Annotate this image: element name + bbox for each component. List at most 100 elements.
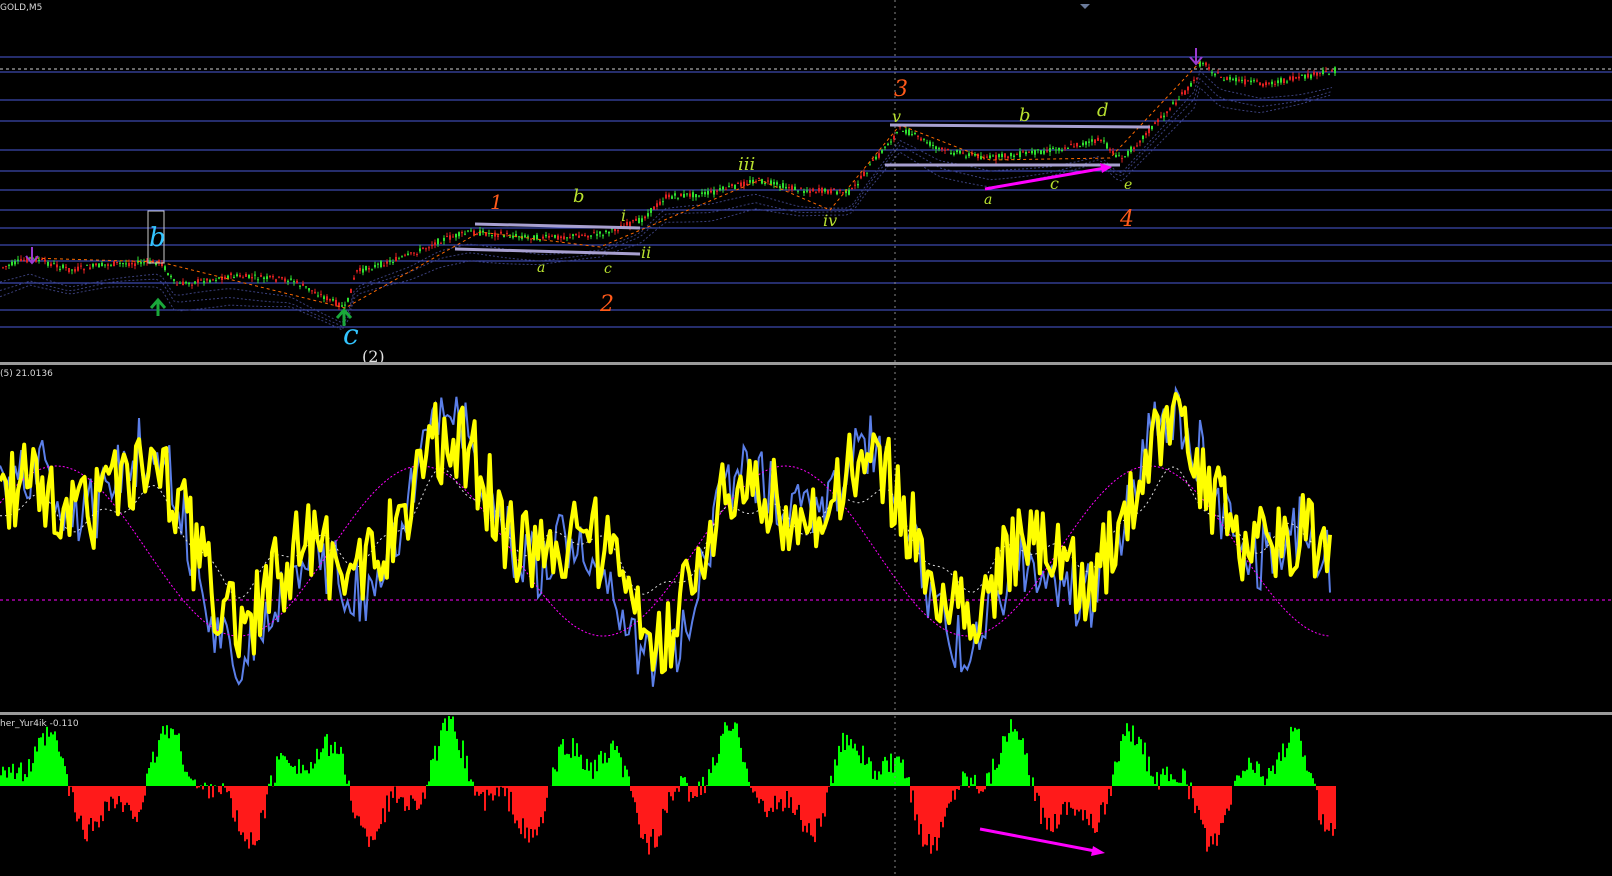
histogram-bar-negative — [128, 786, 130, 805]
histogram-bar-negative — [480, 786, 482, 794]
candle-body — [224, 276, 226, 280]
candle-body — [269, 275, 271, 278]
candle-body — [896, 132, 898, 133]
candle-body — [125, 263, 127, 265]
histogram-bar-negative — [946, 786, 948, 808]
candle-body — [584, 234, 586, 236]
histogram-bar-positive — [716, 762, 718, 786]
subwave-label: b — [573, 186, 585, 207]
candle-body — [236, 274, 238, 277]
candle-body — [1169, 108, 1171, 110]
candle-body — [1142, 135, 1144, 139]
candle-body — [347, 297, 349, 302]
candle-body — [995, 155, 997, 160]
histogram-bar-positive — [682, 777, 684, 786]
candle-body — [1070, 144, 1072, 145]
histogram-bar-negative — [1224, 786, 1226, 816]
candle-body — [1019, 151, 1021, 158]
histogram-bar-negative — [246, 786, 248, 840]
price-chart-canvas[interactable]: bc(2)1234abciiiiiiivvabcde — [0, 0, 1612, 362]
histogram-bar-negative — [516, 786, 518, 821]
candle-body — [935, 146, 937, 149]
histogram-bar-negative — [520, 786, 522, 835]
histogram-bar-positive — [710, 772, 712, 786]
candle-body — [974, 154, 976, 156]
histogram-bar-negative — [784, 786, 786, 808]
histogram-bar-positive — [570, 757, 572, 786]
candle-body — [1043, 150, 1045, 154]
histogram-bar-positive — [468, 781, 470, 786]
candle-body — [362, 268, 364, 273]
histogram-bar-positive — [1242, 770, 1244, 786]
candle-body — [1214, 73, 1216, 76]
histogram-bar-positive — [438, 746, 440, 786]
oscillator-pane[interactable]: (5) 21.0136 — [0, 366, 1612, 712]
histogram-bar-positive — [334, 741, 336, 786]
candle-body — [809, 190, 811, 193]
histogram-bar-negative — [412, 786, 414, 799]
candle-body — [776, 182, 778, 185]
histogram-bar-negative — [654, 786, 656, 848]
pane-separator[interactable] — [0, 712, 1612, 715]
pane-separator[interactable] — [0, 362, 1612, 365]
histogram-bar-positive — [1190, 782, 1192, 786]
candle-body — [1013, 155, 1015, 157]
histogram-bar-negative — [696, 786, 698, 797]
candle-body — [68, 268, 70, 273]
histogram-bar-negative — [252, 786, 254, 845]
candle-body — [905, 129, 907, 134]
histogram-bar-positive — [14, 779, 16, 786]
subwave-label: d — [1097, 100, 1109, 121]
histogram-bar-negative — [538, 786, 540, 827]
candle-body — [1163, 115, 1165, 118]
candle-body — [767, 180, 769, 182]
histogram-bar-positive — [830, 775, 832, 786]
histogram-bar-positive — [1128, 731, 1130, 786]
histogram-bar-positive — [1152, 776, 1154, 786]
histogram-bar-negative — [208, 786, 210, 799]
histogram-canvas[interactable] — [0, 716, 1612, 876]
histogram-pane[interactable]: her_Yur4ik -0.110 — [0, 716, 1612, 876]
candle-body — [176, 284, 178, 286]
histogram-bar-positive — [1150, 775, 1152, 786]
candle-body — [110, 264, 112, 266]
histogram-bar-negative — [120, 786, 122, 803]
histogram-bar-negative — [1082, 786, 1084, 821]
histogram-bar-positive — [1296, 729, 1298, 786]
histogram-bar-positive — [462, 740, 464, 786]
histogram-bar-negative — [700, 786, 702, 795]
histogram-bar-negative — [1200, 786, 1202, 820]
histogram-bar-negative — [630, 786, 632, 791]
candle-body — [1193, 79, 1195, 81]
candle-body — [458, 232, 460, 237]
candle-body — [308, 288, 310, 291]
candle-body — [251, 277, 253, 279]
candle-body — [317, 295, 319, 297]
histogram-bar-negative — [374, 786, 376, 840]
histogram-bar-positive — [846, 734, 848, 786]
candle-body — [701, 192, 703, 194]
candle-body — [1076, 142, 1078, 147]
histogram-bar-negative — [1056, 786, 1058, 829]
subwave-label: a — [537, 260, 545, 276]
histogram-bar-negative — [1102, 786, 1104, 803]
candle-body — [1100, 140, 1102, 142]
candle-body — [122, 263, 124, 264]
oscillator-canvas[interactable] — [0, 366, 1612, 712]
histogram-bar-positive — [1016, 731, 1018, 786]
candle-body — [1247, 80, 1249, 82]
candle-body — [1139, 140, 1141, 143]
histogram-bar-negative — [652, 786, 654, 829]
candle-body — [1277, 80, 1279, 84]
histogram-bar-negative — [1070, 786, 1072, 808]
histogram-bar-positive — [1256, 761, 1258, 786]
histogram-bar-negative — [1088, 786, 1090, 826]
histogram-bar-negative — [790, 786, 792, 798]
candle-body — [782, 183, 784, 188]
candle-body — [1025, 152, 1027, 155]
histogram-bar-positive — [616, 746, 618, 786]
candle-body — [512, 235, 514, 238]
wave-label-1: 1 — [490, 190, 503, 214]
price-chart-pane[interactable]: b c (2) 1 2 3 4 a b c i ii iii iv v a b c d e GOLD,M5 — [0, 0, 1612, 362]
channel-line — [474, 222, 641, 230]
